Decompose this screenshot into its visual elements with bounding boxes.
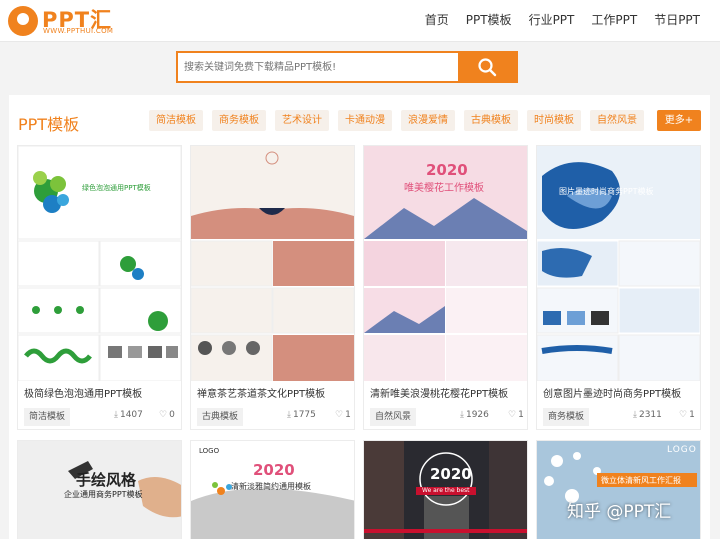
heart-icon: ♡ — [508, 410, 517, 420]
card-footer: 简洁模板 ⤓ 1407 ♡ 0 — [18, 406, 181, 430]
category-fashion[interactable]: 时尚模板 — [527, 110, 581, 131]
heart-icon: ♡ — [159, 410, 168, 420]
template-tag[interactable]: 商务模板 — [543, 408, 590, 426]
template-thumbnail[interactable]: 2020 唯美樱花工作模板 — [364, 146, 527, 381]
template-thumbnail[interactable]: 图片墨迹时尚商务PPT模板 — [537, 146, 700, 381]
main-nav: 首页 PPT模板 行业PPT 工作PPT 节日PPT — [408, 0, 700, 40]
nav-home[interactable]: 首页 — [425, 0, 449, 40]
like-count[interactable]: ♡ 0 — [159, 410, 175, 420]
template-card[interactable]: 绿色泡泡通用PPT模板 极简绿色泡泡通用PPT模板 简洁模板 ⤓ 1407 ♡ 0 — [17, 145, 182, 430]
thumbnail-year: 2020 — [430, 465, 472, 483]
thumbnail-year: 2020 — [253, 461, 295, 479]
download-icon: ⤓ — [287, 410, 291, 420]
thumbnail-logo: LOGO — [199, 447, 220, 455]
download-icon: ⤓ — [114, 410, 118, 420]
template-title[interactable]: 极简绿色泡泡通用PPT模板 — [24, 385, 142, 400]
site-logo[interactable]: PPT汇 WWW.PPTHUI.COM — [8, 4, 128, 38]
download-count: ⤓ 1407 — [114, 410, 143, 420]
template-title[interactable]: 创意图片墨迹时尚商务PPT模板 — [543, 385, 681, 400]
thumbnail-title: 微立体清新风工作汇报 — [601, 476, 681, 485]
like-count[interactable]: ♡ 1 — [508, 410, 524, 420]
template-thumbnail[interactable]: 2020 We are the best — [363, 440, 528, 539]
template-tag[interactable]: 简洁模板 — [24, 408, 71, 426]
search-button[interactable] — [458, 53, 516, 81]
template-card[interactable]: 图片墨迹时尚商务PPT模板 创意图片墨迹时尚商务PPT模板 商务模板 ⤓ 2311… — [536, 145, 701, 430]
template-tag[interactable]: 自然风景 — [370, 408, 417, 426]
logo-icon — [8, 6, 38, 36]
template-thumbnail[interactable]: 手绘风格 企业通用商务PPT模板 — [17, 440, 182, 539]
template-title[interactable]: 禅意茶艺茶道茶文化PPT模板 — [197, 385, 325, 400]
nav-industry-ppt[interactable]: 行业PPT — [529, 0, 575, 40]
nav-ppt-templates[interactable]: PPT模板 — [466, 0, 512, 40]
nav-work-ppt[interactable]: 工作PPT — [591, 0, 637, 40]
card-footer: 商务模板 ⤓ 2311 ♡ 1 — [537, 406, 700, 430]
search-icon — [478, 58, 497, 77]
template-tag[interactable]: 古典模板 — [197, 408, 244, 426]
download-icon: ⤓ — [633, 410, 637, 420]
download-count: ⤓ 2311 — [633, 410, 662, 420]
nav-holiday-ppt[interactable]: 节日PPT — [654, 0, 700, 40]
thumbnail-subtitle: We are the best — [422, 487, 470, 494]
more-button[interactable]: 更多+ — [657, 110, 701, 131]
thumbnail-subtitle: 企业通用商务PPT模板 — [64, 490, 143, 499]
thumbnail-text: 唯美樱花工作模板 — [404, 183, 484, 194]
heart-icon: ♡ — [335, 410, 344, 420]
template-thumbnail[interactable]: LOGO 2020 清新淡雅简约通用模板 — [190, 440, 355, 539]
thumbnail-title: 手绘风格 — [76, 471, 137, 489]
category-simple[interactable]: 简洁模板 — [149, 110, 203, 131]
logo-url: WWW.PPTHUI.COM — [43, 27, 114, 35]
site-header: PPT汇 WWW.PPTHUI.COM 首页 PPT模板 行业PPT 工作PPT… — [0, 0, 720, 42]
thumbnail-text: 图片墨迹时尚商务PPT模板 — [559, 187, 654, 196]
download-icon: ⤓ — [460, 410, 464, 420]
search-input[interactable] — [178, 53, 458, 81]
heart-icon: ♡ — [679, 410, 688, 420]
category-art[interactable]: 艺术设计 — [275, 110, 329, 131]
section-title: PPT模板 — [18, 115, 80, 134]
download-count: ⤓ 1775 — [287, 410, 316, 420]
template-thumbnail[interactable] — [191, 146, 354, 381]
thumbnail-title: 清新淡雅简约通用模板 — [231, 482, 311, 491]
category-cartoon[interactable]: 卡通动漫 — [338, 110, 392, 131]
search-box — [176, 51, 518, 83]
download-count: ⤓ 1926 — [460, 410, 489, 420]
template-thumbnail[interactable]: LOGO 微立体清新风工作汇报 — [536, 440, 701, 539]
template-thumbnail[interactable]: 绿色泡泡通用PPT模板 — [18, 146, 181, 381]
category-nature[interactable]: 自然风景 — [590, 110, 644, 131]
thumbnail-text: 绿色泡泡通用PPT模板 — [82, 184, 151, 192]
thumbnail-logo: LOGO — [667, 445, 697, 455]
category-romance[interactable]: 浪漫爱情 — [401, 110, 455, 131]
category-business[interactable]: 商务模板 — [212, 110, 266, 131]
watermark: 知乎 @PPT汇 — [567, 502, 672, 522]
thumbnail-year: 2020 — [426, 161, 468, 179]
template-card[interactable]: 2020 唯美樱花工作模板 清新唯美浪漫桃花樱花PPT模板 自然风景 ⤓ 1926… — [363, 145, 528, 430]
card-footer: 古典模板 ⤓ 1775 ♡ 1 — [191, 406, 354, 430]
like-count[interactable]: ♡ 1 — [679, 410, 695, 420]
card-footer: 自然风景 ⤓ 1926 ♡ 1 — [364, 406, 527, 430]
like-count[interactable]: ♡ 1 — [335, 410, 351, 420]
category-classical[interactable]: 古典模板 — [464, 110, 518, 131]
template-card[interactable]: 禅意茶艺茶道茶文化PPT模板 古典模板 ⤓ 1775 ♡ 1 — [190, 145, 355, 430]
template-title[interactable]: 清新唯美浪漫桃花樱花PPT模板 — [370, 385, 508, 400]
